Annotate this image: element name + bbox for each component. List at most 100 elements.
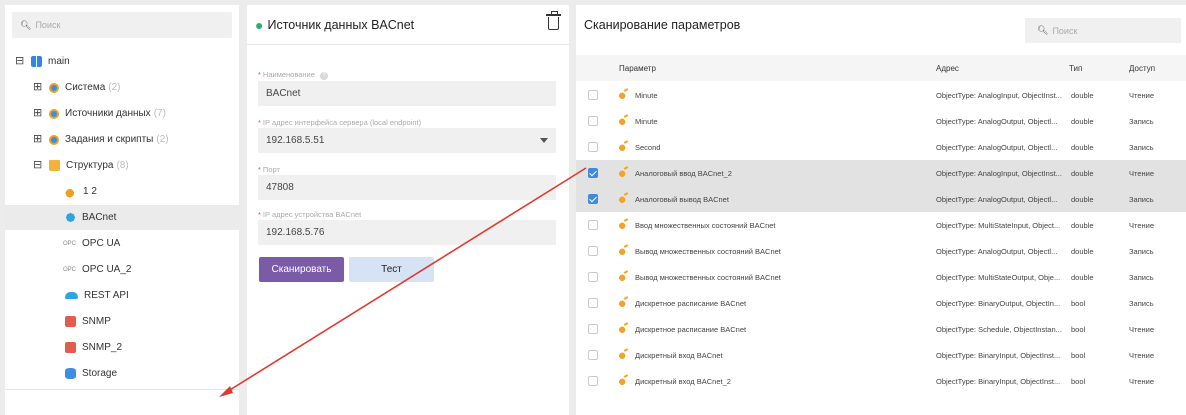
- port-field[interactable]: 47808: [258, 175, 556, 200]
- tree-search-input[interactable]: 🔍︎ Поиск: [12, 12, 232, 38]
- expand-icon[interactable]: ⊞: [33, 82, 42, 93]
- row-address: ObjectType: BinaryOutput, ObjectIn...: [936, 298, 1061, 308]
- table-row[interactable]: Дискретный вход BACnet ObjectType: Binary…: [576, 342, 1186, 368]
- table-row[interactable]: Ввод множественных состояний BACnet Objec…: [576, 212, 1186, 238]
- row-checkbox[interactable]: [588, 194, 598, 204]
- table-row[interactable]: Дискретный вход BACnet_2 ObjectType: Bina…: [576, 368, 1186, 394]
- tree-child-label: REST API: [84, 290, 129, 301]
- tree-root-label: main: [48, 56, 70, 67]
- scan-search-input[interactable]: 🔍︎ Поиск: [1025, 18, 1181, 43]
- help-icon[interactable]: ?: [320, 72, 329, 80]
- table-row[interactable]: Вывод множественных состояний BACnet Obje…: [576, 238, 1186, 264]
- tree-item-count: (8): [116, 160, 129, 171]
- table-row[interactable]: Minute ObjectType: AnalogOutput, Objectl.…: [576, 108, 1186, 134]
- gear-icon: [49, 134, 59, 145]
- row-param: Дискретный вход BACnet: [635, 350, 723, 360]
- row-access: Запись: [1129, 246, 1154, 256]
- row-address: ObjectType: AnalogInput, ObjectInst...: [936, 168, 1062, 178]
- expand-icon[interactable]: ⊞: [33, 108, 42, 119]
- plug-icon: [619, 325, 627, 333]
- field-label-port: * Порт: [258, 165, 280, 174]
- field-label-local-endpoint: * IP адрес интерфейса сервера (local endp…: [258, 118, 422, 127]
- table-row[interactable]: Дискретное расписание BACnet ObjectType: …: [576, 316, 1186, 342]
- column-header-access[interactable]: Доступ: [1129, 55, 1155, 81]
- tree-child-opc-ua[interactable]: OPC OPC UA: [5, 231, 239, 256]
- column-header-param[interactable]: Параметр: [619, 55, 656, 81]
- search-icon: 🔍︎: [20, 19, 32, 30]
- form-header: ● Источник данных BACnet: [247, 5, 569, 45]
- collapse-icon[interactable]: ⊟: [15, 56, 24, 67]
- tree-item-system[interactable]: ⊞ Система (2): [5, 75, 239, 100]
- tree-child-bacnet[interactable]: BACnet: [5, 205, 239, 230]
- tree-child-label: SNMP: [82, 316, 111, 327]
- row-access: Чтение: [1129, 90, 1155, 100]
- tree-item-tasks-scripts[interactable]: ⊞ Задания и скрипты (2): [5, 127, 239, 152]
- row-checkbox[interactable]: [588, 298, 598, 308]
- search-icon: 🔍︎: [1037, 25, 1049, 35]
- snmp-icon: [65, 342, 76, 353]
- row-checkbox[interactable]: [588, 142, 598, 152]
- tree-child-1-2[interactable]: 1 2: [5, 179, 239, 204]
- folder-icon: [49, 160, 60, 171]
- scan-button[interactable]: Сканировать: [259, 257, 344, 282]
- table-row[interactable]: Аналоговый вывод BACnet ObjectType: Analo…: [576, 186, 1186, 212]
- plug-icon: [619, 195, 627, 203]
- row-param: Вывод множественных состояний BACnet: [635, 246, 781, 256]
- column-header-address[interactable]: Адрес: [936, 55, 959, 81]
- row-checkbox[interactable]: [588, 168, 598, 178]
- plug-icon: [619, 377, 627, 385]
- table-row[interactable]: Аналоговый ввод BACnet_2 ObjectType: Anal…: [576, 160, 1186, 186]
- local-endpoint-select[interactable]: 192.168.5.51: [258, 128, 556, 153]
- plug-icon: [619, 169, 627, 177]
- row-checkbox[interactable]: [588, 272, 598, 282]
- collapse-icon[interactable]: ⊟: [33, 160, 42, 171]
- tree-child-opc-ua-2[interactable]: OPC OPC UA_2: [5, 257, 239, 282]
- tree-item-count: (7): [153, 108, 166, 119]
- tree-root-main[interactable]: ⊟ main: [5, 49, 239, 74]
- test-button[interactable]: Тест: [349, 257, 434, 282]
- gear-icon: [49, 108, 59, 119]
- row-checkbox[interactable]: [588, 324, 598, 334]
- table-row[interactable]: Second ObjectType: AnalogOutput, Objectl.…: [576, 134, 1186, 160]
- tree-item-data-sources[interactable]: ⊞ Источники данных (7): [5, 101, 239, 126]
- trash-icon[interactable]: [546, 11, 561, 30]
- opc-icon: OPC: [63, 240, 77, 247]
- row-address: ObjectType: AnalogOutput, Objectl...: [936, 246, 1058, 256]
- tree-child-label: OPC UA_2: [82, 264, 132, 275]
- cloud-icon: [65, 292, 78, 299]
- row-checkbox[interactable]: [588, 376, 598, 386]
- plug-icon: [619, 91, 627, 99]
- row-type: bool: [1071, 324, 1086, 334]
- device-ip-field[interactable]: 192.168.5.76: [258, 220, 556, 245]
- row-checkbox[interactable]: [588, 350, 598, 360]
- row-access: Запись: [1129, 272, 1154, 282]
- row-access: Чтение: [1129, 376, 1155, 386]
- row-access: Запись: [1129, 116, 1154, 126]
- expand-icon[interactable]: ⊞: [33, 134, 42, 145]
- row-checkbox[interactable]: [588, 116, 598, 126]
- row-address: ObjectType: MultiStateOutput, Obje...: [936, 272, 1061, 282]
- table-row[interactable]: Minute ObjectType: AnalogInput, ObjectIns…: [576, 82, 1186, 108]
- row-checkbox[interactable]: [588, 90, 598, 100]
- row-type: double: [1071, 220, 1094, 230]
- tree-child-snmp-2[interactable]: SNMP_2: [5, 335, 239, 360]
- tree-child-storage[interactable]: Storage: [5, 361, 239, 386]
- table-row[interactable]: Вывод множественных состояний BACnet Obje…: [576, 264, 1186, 290]
- tree-panel: 🔍︎ Поиск ⊟ main ⊞ Система (2) ⊞ Источник…: [5, 5, 239, 415]
- plug-icon: [619, 143, 627, 151]
- tree-child-snmp[interactable]: SNMP: [5, 309, 239, 334]
- row-address: ObjectType: AnalogInput, ObjectInst...: [936, 90, 1062, 100]
- table-row[interactable]: Дискретное расписание BACnet ObjectType: …: [576, 290, 1186, 316]
- row-address: ObjectType: MultiStateInput, Object...: [936, 220, 1061, 230]
- row-access: Чтение: [1129, 350, 1155, 360]
- field-label-name: * Наименование ?: [258, 70, 329, 80]
- column-header-type[interactable]: Тип: [1069, 55, 1082, 81]
- row-param: Ввод множественных состояний BACnet: [635, 220, 776, 230]
- row-type: double: [1071, 168, 1094, 178]
- row-checkbox[interactable]: [588, 246, 598, 256]
- row-checkbox[interactable]: [588, 220, 598, 230]
- tree-item-structure[interactable]: ⊟ Структура (8): [5, 153, 239, 178]
- tree-child-rest-api[interactable]: REST API: [5, 283, 239, 308]
- row-access: Чтение: [1129, 324, 1155, 334]
- name-field[interactable]: BACnet: [258, 81, 556, 106]
